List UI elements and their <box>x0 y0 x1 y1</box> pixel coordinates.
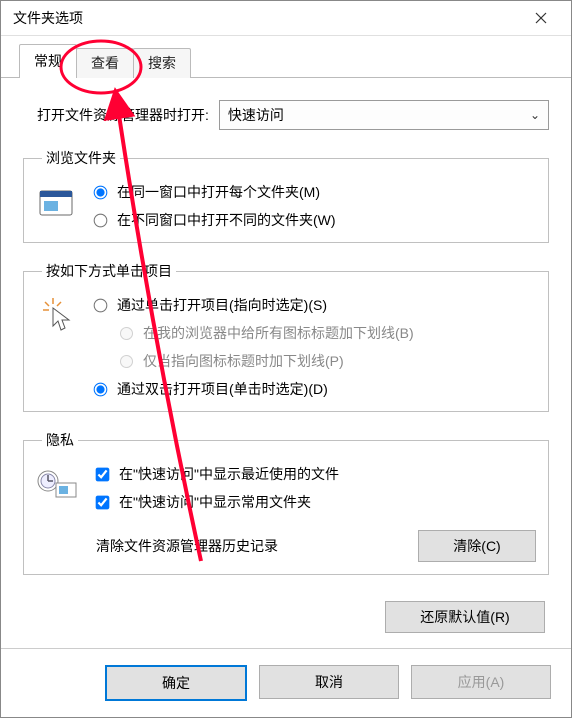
radio-underline-browser-label: 在我的浏览器中给所有图标标题加下划线(B) <box>143 323 414 343</box>
tab-search[interactable]: 搜索 <box>133 48 191 78</box>
group-browse-legend: 浏览文件夹 <box>42 148 120 168</box>
chevron-down-icon: ⌄ <box>530 108 540 122</box>
ok-button[interactable]: 确定 <box>105 665 247 701</box>
radio-underline-point-label: 仅当指向图标标题时加下划线(P) <box>143 351 344 371</box>
close-icon <box>535 12 547 24</box>
tab-view[interactable]: 查看 <box>76 48 134 78</box>
restore-row: 还原默认值(R) <box>23 593 549 633</box>
radio-same-window-input[interactable] <box>94 185 108 199</box>
restore-defaults-label: 还原默认值(R) <box>420 607 509 627</box>
radio-underline-browser-input <box>120 327 133 340</box>
radio-new-window[interactable]: 在不同窗口中打开不同的文件夹(W) <box>94 210 536 230</box>
cancel-button-label: 取消 <box>315 672 343 692</box>
radio-new-window-input[interactable] <box>94 213 108 227</box>
checkbox-show-recent[interactable]: 在"快速访问"中显示最近使用的文件 <box>96 464 536 484</box>
open-with-label: 打开文件资源管理器时打开: <box>37 105 209 125</box>
radio-single-click[interactable]: 通过单击打开项目(指向时选定)(S) <box>94 295 536 315</box>
radio-double-click-input[interactable] <box>94 382 108 396</box>
group-privacy: 隐私 在"快速访问"中显示最近使用的文件 <box>23 430 549 575</box>
dialog-buttons: 确定 取消 应用(A) <box>1 648 571 717</box>
checkbox-show-recent-label: 在"快速访问"中显示最近使用的文件 <box>119 464 339 484</box>
tab-view-label: 查看 <box>91 55 119 71</box>
apply-button[interactable]: 应用(A) <box>411 665 551 699</box>
radio-underline-browser: 在我的浏览器中给所有图标标题加下划线(B) <box>120 323 536 343</box>
restore-defaults-button[interactable]: 还原默认值(R) <box>385 601 545 633</box>
open-with-row: 打开文件资源管理器时打开: 快速访问 ⌄ <box>37 100 549 130</box>
group-click-items: 按如下方式单击项目 <box>23 261 549 412</box>
clear-history-row: 清除文件资源管理器历史记录 清除(C) <box>96 530 536 562</box>
radio-single-click-label: 通过单击打开项目(指向时选定)(S) <box>117 295 327 315</box>
radio-double-click-label: 通过双击打开项目(单击时选定)(D) <box>117 379 328 399</box>
tab-search-label: 搜索 <box>148 55 176 71</box>
window-title: 文件夹选项 <box>13 8 83 28</box>
tab-general[interactable]: 常规 <box>19 44 77 78</box>
privacy-icon <box>36 464 80 504</box>
browse-folders-icon <box>36 182 80 222</box>
open-with-value: 快速访问 <box>228 105 284 125</box>
click-items-icon <box>36 295 80 335</box>
checkbox-show-frequent[interactable]: 在"快速访问"中显示常用文件夹 <box>96 492 536 512</box>
tab-strip: 常规 查看 搜索 <box>1 36 571 78</box>
clear-button[interactable]: 清除(C) <box>418 530 536 562</box>
radio-same-window-label: 在同一窗口中打开每个文件夹(M) <box>117 182 320 202</box>
radio-same-window[interactable]: 在同一窗口中打开每个文件夹(M) <box>94 182 536 202</box>
checkbox-show-recent-input[interactable] <box>96 467 110 481</box>
group-browse-folders: 浏览文件夹 在同一窗口中打开每个文件夹(M) <box>23 148 549 243</box>
ok-button-label: 确定 <box>162 673 190 693</box>
radio-underline-point-input <box>120 355 133 368</box>
group-click-legend: 按如下方式单击项目 <box>42 261 176 281</box>
radio-new-window-label: 在不同窗口中打开不同的文件夹(W) <box>117 210 336 230</box>
checkbox-show-frequent-label: 在"快速访问"中显示常用文件夹 <box>119 492 311 512</box>
tab-general-label: 常规 <box>34 53 62 69</box>
cancel-button[interactable]: 取消 <box>259 665 399 699</box>
close-button[interactable] <box>521 5 561 31</box>
apply-button-label: 应用(A) <box>458 672 505 692</box>
tab-content-general: 打开文件资源管理器时打开: 快速访问 ⌄ 浏览文件夹 <box>1 78 571 633</box>
titlebar: 文件夹选项 <box>1 1 571 36</box>
open-with-select[interactable]: 快速访问 ⌄ <box>219 100 549 130</box>
checkbox-show-frequent-input[interactable] <box>96 495 110 509</box>
group-privacy-legend: 隐私 <box>42 430 78 450</box>
radio-double-click[interactable]: 通过双击打开项目(单击时选定)(D) <box>94 379 536 399</box>
radio-underline-point: 仅当指向图标标题时加下划线(P) <box>120 351 536 371</box>
folder-options-dialog: 文件夹选项 常规 查看 搜索 打开文件资源管理器时打开: 快速访问 ⌄ <box>0 0 572 718</box>
clear-button-label: 清除(C) <box>453 536 500 556</box>
radio-single-click-input[interactable] <box>94 298 108 312</box>
clear-history-label: 清除文件资源管理器历史记录 <box>96 536 278 556</box>
